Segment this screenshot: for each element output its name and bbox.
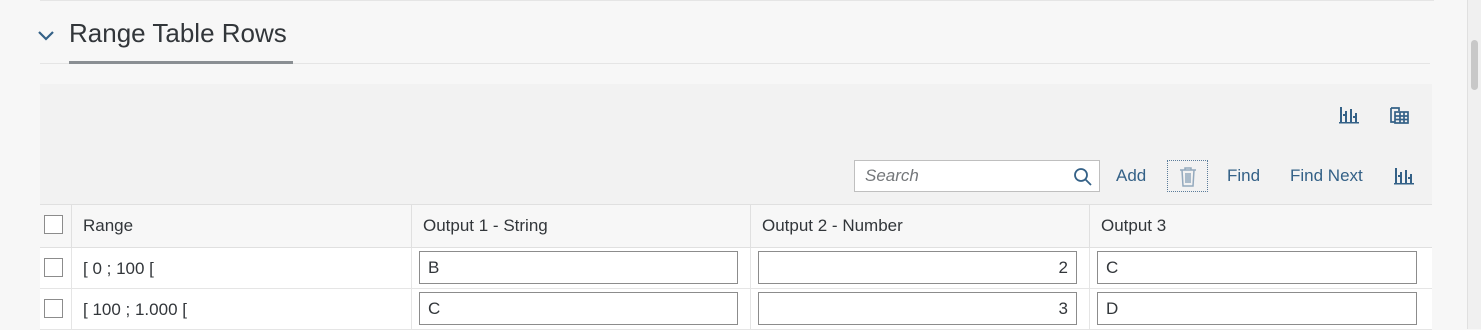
settings-columns-icon[interactable] xyxy=(1337,103,1361,127)
output-3-input[interactable]: D xyxy=(1097,292,1417,325)
output-1-input[interactable]: C xyxy=(419,292,738,325)
vertical-scrollbar[interactable] xyxy=(1467,0,1481,329)
select-all-checkbox[interactable] xyxy=(44,215,63,234)
output-2-input[interactable]: 3 xyxy=(758,292,1077,325)
range-cell: [ 100 ; 1.000 [ xyxy=(83,300,187,319)
trash-icon xyxy=(1180,167,1196,187)
section-title: Range Table Rows xyxy=(69,18,287,48)
column-header-output-2[interactable]: Output 2 - Number xyxy=(750,205,1089,248)
section-title-underline xyxy=(69,61,293,64)
output-2-input[interactable]: 2 xyxy=(758,251,1077,284)
top-toolbar xyxy=(40,84,1432,144)
column-divider xyxy=(750,289,751,330)
table-toolbar: Add Find Find Next xyxy=(40,144,1432,204)
column-settings-icon[interactable] xyxy=(1392,164,1416,188)
section-header: Range Table Rows xyxy=(30,14,1430,66)
column-header-output-1[interactable]: Output 1 - String xyxy=(411,205,750,248)
row-checkbox[interactable] xyxy=(44,299,63,318)
chevron-down-icon[interactable] xyxy=(36,26,56,46)
export-table-icon[interactable] xyxy=(1387,103,1411,127)
column-divider xyxy=(750,248,751,289)
column-header-output-3[interactable]: Output 3 xyxy=(1089,205,1432,248)
column-divider xyxy=(411,289,412,330)
search-icon[interactable] xyxy=(1073,167,1093,187)
table-header: Range Output 1 - String Output 2 - Numbe… xyxy=(40,204,1432,248)
top-divider xyxy=(40,0,1434,1)
table-panel: Add Find Find Next Range Output 1 - Stri… xyxy=(40,84,1432,330)
column-header-range[interactable]: Range xyxy=(71,205,411,248)
output-3-input[interactable]: C xyxy=(1097,251,1417,284)
range-cell: [ 0 ; 100 [ xyxy=(83,259,154,278)
row-checkbox[interactable] xyxy=(44,258,63,277)
column-divider xyxy=(71,289,72,330)
find-button[interactable]: Find xyxy=(1227,166,1260,186)
find-next-button[interactable]: Find Next xyxy=(1290,166,1363,186)
delete-button[interactable] xyxy=(1167,160,1208,192)
column-divider xyxy=(71,248,72,289)
scrollbar-thumb[interactable] xyxy=(1471,40,1478,90)
table-row[interactable]: [ 100 ; 1.000 [ C 3 D xyxy=(40,289,1432,330)
search-input[interactable] xyxy=(855,161,1070,191)
add-button[interactable]: Add xyxy=(1116,166,1146,186)
column-divider xyxy=(411,248,412,289)
output-1-input[interactable]: B xyxy=(419,251,738,284)
column-divider xyxy=(1089,289,1090,330)
search-field[interactable] xyxy=(854,160,1100,192)
column-divider xyxy=(1089,248,1090,289)
table-row[interactable]: [ 0 ; 100 [ B 2 C xyxy=(40,248,1432,289)
